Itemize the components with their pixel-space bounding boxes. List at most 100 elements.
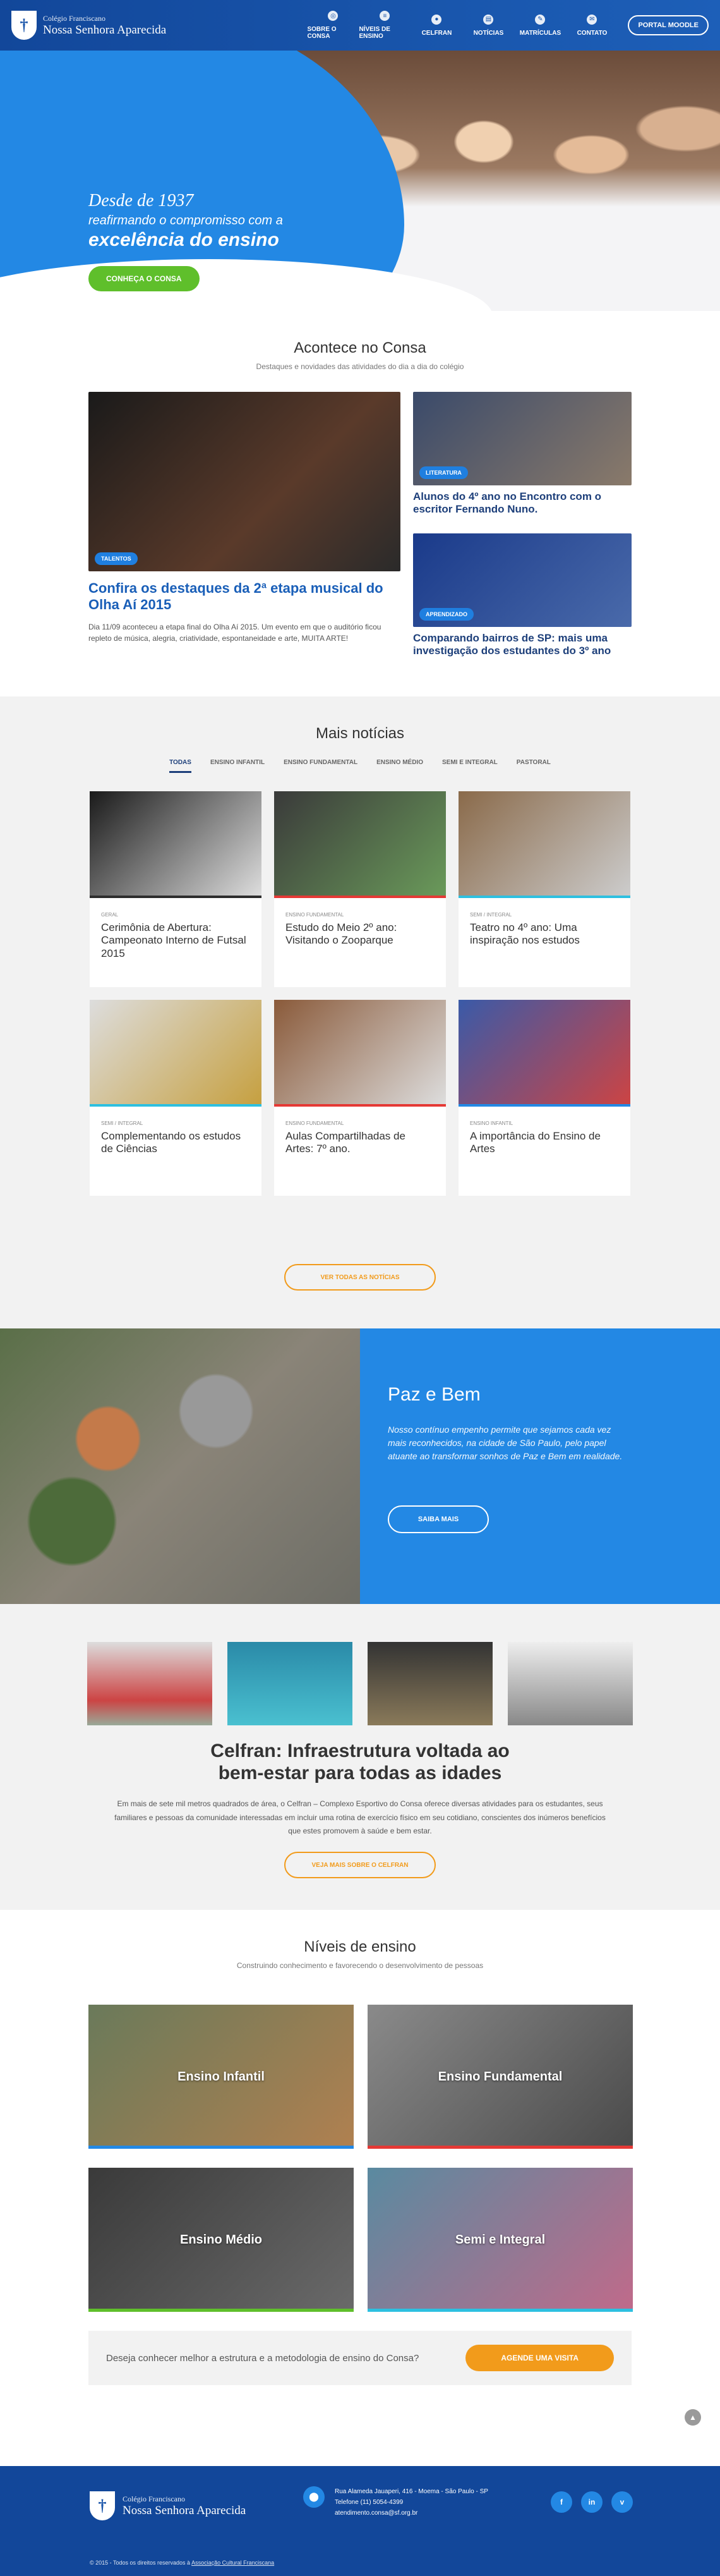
news-card-title[interactable]: A importância do Ensino de Artes bbox=[470, 1130, 619, 1156]
tab-todas[interactable]: TODAS bbox=[169, 759, 191, 773]
logo-line1: Colégio Franciscano bbox=[43, 13, 105, 23]
footer-logo-line1: Colégio Franciscano bbox=[123, 2494, 185, 2503]
logo-line2: Nossa Senhora Aparecida bbox=[43, 23, 167, 37]
nav-niveis[interactable]: ≡ NÍVEIS DE ENSINO bbox=[359, 0, 411, 51]
celfran-gym-photo bbox=[368, 1642, 493, 1725]
celfran-title-line1: Celfran: Infraestrutura voltada ao bbox=[210, 1741, 510, 1761]
celfran-button[interactable]: VEJA MAIS SOBRE O CELFRAN bbox=[284, 1852, 436, 1878]
niveis-semi-label: Semi e Integral bbox=[455, 2232, 546, 2247]
news-card-category: ENSINO INFANTIL bbox=[470, 1121, 513, 1126]
site-logo[interactable]: † Colégio Franciscano Nossa Senhora Apar… bbox=[11, 11, 166, 40]
nav-celfran-label: CELFRAN bbox=[421, 29, 452, 37]
news-card-category: SEMI / INTEGRAL bbox=[470, 912, 512, 918]
niveis-fundamental-card[interactable]: Ensino Fundamental bbox=[368, 2005, 633, 2149]
niveis-medio-card[interactable]: Ensino Médio bbox=[88, 2168, 354, 2312]
news-card[interactable]: ENSINO FUNDAMENTAL Estudo do Meio 2º ano:… bbox=[274, 791, 446, 987]
footer-contact: ⬤ Rua Alameda Jauaperi, 416 - Moema - Sã… bbox=[303, 2486, 488, 2518]
tab-ensino-infantil[interactable]: ENSINO INFANTIL bbox=[210, 759, 265, 773]
side-news-1-title[interactable]: Alunos do 4º ano no Encontro com o escri… bbox=[413, 490, 632, 516]
news-card[interactable]: ENSINO INFANTIL A importância do Ensino d… bbox=[459, 1000, 630, 1196]
footer-emblem-icon: † bbox=[90, 2491, 115, 2520]
news-card-body: ENSINO FUNDAMENTAL Estudo do Meio 2º ano:… bbox=[274, 898, 446, 961]
paz-text: Nosso contínuo empenho permite que sejam… bbox=[388, 1425, 623, 1461]
mais-title: Mais notícias bbox=[315, 725, 405, 742]
copyright-link[interactable]: Associação Cultural Franciscana bbox=[191, 2560, 274, 2566]
news-card[interactable]: SEMI / INTEGRAL Complementando os estudos… bbox=[90, 1000, 261, 1196]
facebook-icon[interactable]: f bbox=[551, 2491, 572, 2513]
side-news-2[interactable]: APRENDIZADO Comparando bairros de SP: ma… bbox=[413, 533, 632, 658]
footer-phone: Telefone (11) 5054-4399 bbox=[335, 2499, 404, 2506]
news-icon: ▤ bbox=[483, 14, 494, 25]
nav-matriculas-label: MATRÍCULAS bbox=[519, 29, 561, 37]
niveis-semi-card[interactable]: Semi e Integral bbox=[368, 2168, 633, 2312]
nav-sobre[interactable]: ◎ SOBRE O CONSA bbox=[307, 0, 359, 51]
agende-visita-button[interactable]: AGENDE UMA VISITA bbox=[465, 2345, 614, 2371]
nav-noticias[interactable]: ▤ NOTÍCIAS bbox=[462, 0, 514, 51]
news-card-category: SEMI / INTEGRAL bbox=[101, 1121, 143, 1126]
news-card[interactable]: GERAL Cerimônia de Abertura: Campeonato I… bbox=[90, 791, 261, 987]
nav-sobre-label: SOBRE O CONSA bbox=[307, 26, 337, 40]
side-news-2-image: APRENDIZADO bbox=[413, 533, 632, 627]
news-card-title[interactable]: Complementando os estudos de Ciências bbox=[101, 1130, 250, 1156]
acontece-subtitle: Destaques e novidades das atividades do … bbox=[256, 362, 464, 371]
nav-contato[interactable]: ✉ CONTATO bbox=[566, 0, 618, 51]
saiba-mais-button[interactable]: SAIBA MAIS bbox=[388, 1505, 489, 1533]
niveis-fundamental-label: Ensino Fundamental bbox=[438, 2069, 563, 2084]
ver-todas-button[interactable]: VER TODAS AS NOTÍCIAS bbox=[284, 1264, 436, 1291]
paz-title: Paz e Bem bbox=[388, 1384, 481, 1405]
side-news-2-tag: APRENDIZADO bbox=[419, 608, 474, 621]
footer-logo-line2: Nossa Senhora Aparecida bbox=[123, 2503, 246, 2517]
nav-noticias-label: NOTÍCIAS bbox=[473, 29, 504, 37]
featured-news-title[interactable]: Confira os destaques da 2ª etapa musical… bbox=[88, 580, 400, 614]
portal-moodle-button[interactable]: PORTAL MOODLE bbox=[628, 15, 709, 35]
news-card-image bbox=[90, 1000, 261, 1104]
news-card-title[interactable]: Cerimônia de Abertura: Campeonato Intern… bbox=[101, 921, 250, 960]
news-card-image bbox=[90, 791, 261, 896]
niveis-grid: Ensino Infantil Ensino Fundamental Ensin… bbox=[88, 2005, 633, 2312]
side-news-1-image: LITERATURA bbox=[413, 392, 632, 485]
acontece-section: Acontece no Consa Destaques e novidades … bbox=[0, 311, 720, 696]
linkedin-icon[interactable]: in bbox=[581, 2491, 603, 2513]
news-card-body: GERAL Cerimônia de Abertura: Campeonato I… bbox=[90, 898, 261, 974]
hero-line3: excelência do ensino bbox=[88, 229, 279, 250]
news-card-title[interactable]: Aulas Compartilhadas de Artes: 7º ano. bbox=[285, 1130, 435, 1156]
celfran-section: Celfran: Infraestrutura voltada ao bem-e… bbox=[0, 1604, 720, 1910]
tab-semi-integral[interactable]: SEMI E INTEGRAL bbox=[442, 759, 498, 773]
hero-text: Desde de 1937 reafirmando o compromisso … bbox=[88, 191, 283, 291]
news-card-category: ENSINO FUNDAMENTAL bbox=[285, 912, 344, 918]
niveis-infantil-bar bbox=[88, 2146, 354, 2149]
news-card[interactable]: ENSINO FUNDAMENTAL Aulas Compartilhadas d… bbox=[274, 1000, 446, 1196]
news-card-image bbox=[274, 791, 446, 896]
nav-celfran[interactable]: ● CELFRAN bbox=[411, 0, 462, 51]
agende-cta: Deseja conhecer melhor a estrutura e a m… bbox=[88, 2331, 632, 2385]
site-footer: † Colégio Franciscano Nossa Senhora Apar… bbox=[0, 2466, 720, 2576]
nav-niveis-label: NÍVEIS DE ENSINO bbox=[359, 26, 390, 40]
footer-logo[interactable]: † Colégio Franciscano Nossa Senhora Apar… bbox=[90, 2491, 246, 2520]
hero-banner: Desde de 1937 reafirmando o compromisso … bbox=[0, 51, 720, 311]
tab-ensino-fundamental[interactable]: ENSINO FUNDAMENTAL bbox=[284, 759, 357, 773]
news-card-image bbox=[459, 791, 630, 896]
nav-matriculas[interactable]: ✎ MATRÍCULAS bbox=[514, 0, 566, 51]
campus-aerial-photo bbox=[0, 1328, 360, 1604]
vimeo-icon[interactable]: v bbox=[611, 2491, 633, 2513]
conheca-button[interactable]: CONHEÇA O CONSA bbox=[88, 266, 200, 291]
main-nav: ◎ SOBRE O CONSA ≡ NÍVEIS DE ENSINO ● CELFRA… bbox=[307, 0, 709, 51]
news-card-image bbox=[459, 1000, 630, 1104]
niveis-infantil-label: Ensino Infantil bbox=[177, 2069, 265, 2084]
social-links: f in v bbox=[551, 2491, 633, 2513]
tab-pastoral[interactable]: PASTORAL bbox=[517, 759, 551, 773]
featured-news[interactable]: TALENTOS Confira os destaques da 2ª etap… bbox=[88, 392, 400, 644]
back-to-top-icon[interactable]: ▲ bbox=[685, 2409, 701, 2426]
news-card-title[interactable]: Teatro no 4º ano: Uma inspiração nos est… bbox=[470, 921, 619, 947]
agende-text: Deseja conhecer melhor a estrutura e a m… bbox=[106, 2352, 419, 2364]
tab-ensino-medio[interactable]: ENSINO MÉDIO bbox=[376, 759, 423, 773]
side-news-1[interactable]: LITERATURA Alunos do 4º ano no Encontro … bbox=[413, 392, 632, 516]
news-card-title[interactable]: Estudo do Meio 2º ano: Visitando o Zoopa… bbox=[285, 921, 435, 947]
niveis-infantil-card[interactable]: Ensino Infantil bbox=[88, 2005, 354, 2149]
nav-contato-label: CONTATO bbox=[577, 29, 608, 37]
copyright-text: © 2015 - Todos os direitos reservados à bbox=[90, 2560, 191, 2566]
paz-panel: Paz e Bem Nosso contínuo empenho permite… bbox=[360, 1328, 720, 1604]
side-news-2-title[interactable]: Comparando bairros de SP: mais uma inves… bbox=[413, 632, 632, 658]
news-card[interactable]: SEMI / INTEGRAL Teatro no 4º ano: Uma ins… bbox=[459, 791, 630, 987]
footer-email[interactable]: atendimento.consa@sf.org.br bbox=[335, 2508, 488, 2518]
